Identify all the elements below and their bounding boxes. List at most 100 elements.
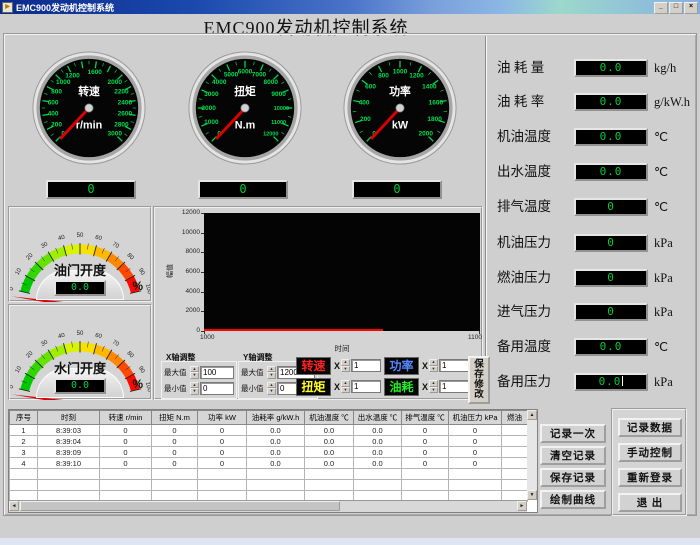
y-tick-mark bbox=[201, 272, 204, 273]
chart-panel: 幅值 02000400060008000100001200010001100 时… bbox=[153, 206, 483, 400]
records-table: 序号时刻转速 r/min扭矩 N.m功率 kW油耗率 g/kW.h机油温度 ℃出… bbox=[9, 410, 528, 502]
table-cell bbox=[402, 469, 449, 480]
readout-unit: ℃ bbox=[654, 197, 696, 217]
table-cell bbox=[449, 480, 502, 491]
speed-scale-control-spinner[interactable]: ▲▼ bbox=[341, 359, 350, 372]
table-cell: 0 bbox=[449, 425, 502, 436]
table-row[interactable]: 48:39:100000.00.00.000 bbox=[10, 458, 528, 469]
save-records-button[interactable]: 保存记录 bbox=[540, 468, 606, 487]
maximize-button[interactable]: □ bbox=[669, 2, 683, 14]
torque-gauge-display: 0 bbox=[198, 180, 288, 199]
x-max-input[interactable] bbox=[200, 366, 234, 379]
power-scale-control-input[interactable] bbox=[439, 359, 469, 372]
readout-display: 0.0 bbox=[574, 338, 648, 356]
table-cell: 1 bbox=[10, 425, 38, 436]
draw-curve-button[interactable]: 绘制曲线 bbox=[540, 490, 606, 509]
power-scale-control-label: 功率 bbox=[384, 357, 419, 375]
y-tick-label: 6000 bbox=[155, 268, 200, 275]
svg-text:600: 600 bbox=[365, 84, 376, 91]
svg-text:50: 50 bbox=[77, 233, 84, 239]
torque-scale-control-input[interactable] bbox=[351, 380, 381, 393]
table-cell bbox=[502, 425, 528, 436]
speed-scale-control-input[interactable] bbox=[351, 359, 381, 372]
x-max-spinner[interactable]: ▲▼ bbox=[190, 366, 199, 379]
y-max-spinner[interactable]: ▲▼ bbox=[267, 366, 276, 379]
table-header-cell: 机油温度 ℃ bbox=[305, 411, 354, 425]
svg-text:r/min: r/min bbox=[76, 120, 102, 132]
table-cell: 0.0 bbox=[354, 458, 402, 469]
y-min-spinner[interactable]: ▲▼ bbox=[267, 382, 276, 395]
table-cell: 0 bbox=[402, 425, 449, 436]
table-cell bbox=[354, 480, 402, 491]
scroll-down-button[interactable]: ▼ bbox=[527, 490, 537, 500]
table-row[interactable]: 18:39:030000.00.00.000 bbox=[10, 425, 528, 436]
table-cell bbox=[152, 469, 198, 480]
table-header-row: 序号时刻转速 r/min扭矩 N.m功率 kW油耗率 g/kW.h机油温度 ℃出… bbox=[10, 411, 528, 425]
svg-text:2400: 2400 bbox=[118, 99, 133, 106]
x-axis-adjust-group: 最大值 ▲▼ 最小值 ▲▼ bbox=[161, 361, 237, 399]
readout-unit: kPa bbox=[654, 372, 696, 392]
svg-text:1000: 1000 bbox=[393, 69, 408, 76]
table-cell bbox=[198, 469, 247, 480]
readout-label: 进气压力 bbox=[497, 302, 573, 322]
y-tick-mark bbox=[201, 213, 204, 214]
table-cell: 0 bbox=[198, 458, 247, 469]
readout-display: 0.0 bbox=[574, 59, 648, 77]
table-empty-row[interactable] bbox=[10, 480, 528, 491]
power-scale-control-spinner[interactable]: ▲▼ bbox=[429, 359, 438, 372]
fuel-scale-control-spinner[interactable]: ▲▼ bbox=[429, 380, 438, 393]
svg-text:2600: 2600 bbox=[118, 111, 133, 118]
table-cell: 0.0 bbox=[354, 425, 402, 436]
record-once-button[interactable]: 记录一次 bbox=[540, 424, 606, 443]
scroll-up-button[interactable]: ▲ bbox=[527, 410, 537, 420]
table-cell bbox=[100, 469, 152, 480]
relogin-button[interactable]: 重新登录 bbox=[618, 468, 682, 487]
throttle-meter-display: 0.0 bbox=[54, 280, 106, 296]
svg-text:8000: 8000 bbox=[264, 79, 279, 86]
x-tick-label: 1100 bbox=[458, 334, 482, 341]
fuel-scale-control-input[interactable] bbox=[439, 380, 469, 393]
records-table-area: 序号时刻转速 r/min扭矩 N.m功率 kW油耗率 g/kW.h机油温度 ℃出… bbox=[8, 409, 538, 513]
power-scale-control-x: X bbox=[422, 361, 428, 371]
table-cell bbox=[247, 480, 305, 491]
table-header-cell: 油耗率 g/kW.h bbox=[247, 411, 305, 425]
readout-display[interactable]: 0.0 bbox=[574, 373, 648, 391]
x-min-spinner[interactable]: ▲▼ bbox=[190, 382, 199, 395]
power-scale-control: 功率X▲▼ bbox=[384, 357, 469, 374]
svg-text:2000: 2000 bbox=[201, 105, 216, 112]
record-data-button[interactable]: 记录数据 bbox=[618, 418, 682, 437]
clear-records-button[interactable]: 清空记录 bbox=[540, 446, 606, 465]
table-row[interactable]: 38:39:090000.00.00.000 bbox=[10, 447, 528, 458]
torque-scale-control-spinner[interactable]: ▲▼ bbox=[341, 380, 350, 393]
readout-unit: kPa bbox=[654, 233, 696, 253]
manual-control-button[interactable]: 手动控制 bbox=[618, 443, 682, 462]
svg-text:200: 200 bbox=[51, 121, 62, 128]
svg-text:3000: 3000 bbox=[204, 91, 219, 98]
svg-text:800: 800 bbox=[51, 88, 62, 95]
scroll-left-button[interactable]: ◄ bbox=[9, 501, 19, 511]
table-cell: 8:39:03 bbox=[38, 425, 100, 436]
table-empty-row[interactable] bbox=[10, 469, 528, 480]
minimize-button[interactable]: _ bbox=[654, 2, 668, 14]
table-horizontal-scrollbar[interactable]: ◄► bbox=[9, 500, 527, 512]
save-modify-button[interactable]: 保存修改 bbox=[468, 356, 490, 404]
scrollbar-thumb[interactable] bbox=[20, 501, 340, 511]
svg-text:1200: 1200 bbox=[65, 73, 80, 80]
throttle-meter-label: 油门开度 bbox=[10, 260, 150, 279]
table-cell bbox=[198, 480, 247, 491]
scroll-right-button[interactable]: ► bbox=[517, 501, 527, 511]
table-vertical-scrollbar[interactable]: ▲▼ bbox=[527, 410, 537, 500]
power-gauge: 0200400600800100012001400160018002000功率k… bbox=[341, 49, 459, 167]
exit-button[interactable]: 退 出 bbox=[618, 493, 682, 512]
svg-text:4000: 4000 bbox=[212, 79, 227, 86]
close-button[interactable]: × bbox=[684, 2, 698, 14]
table-header-cell: 排气温度 ℃ bbox=[402, 411, 449, 425]
svg-text:2000: 2000 bbox=[419, 131, 434, 138]
svg-text:40: 40 bbox=[58, 235, 67, 243]
table-cell: 0 bbox=[152, 458, 198, 469]
y-max-label: 最大值 bbox=[241, 367, 267, 378]
y-tick-label: 8000 bbox=[155, 248, 200, 255]
table-row[interactable]: 28:39:040000.00.00.000 bbox=[10, 436, 528, 447]
x-min-input[interactable] bbox=[200, 382, 234, 395]
water-valve-meter-unit: % bbox=[132, 377, 143, 391]
